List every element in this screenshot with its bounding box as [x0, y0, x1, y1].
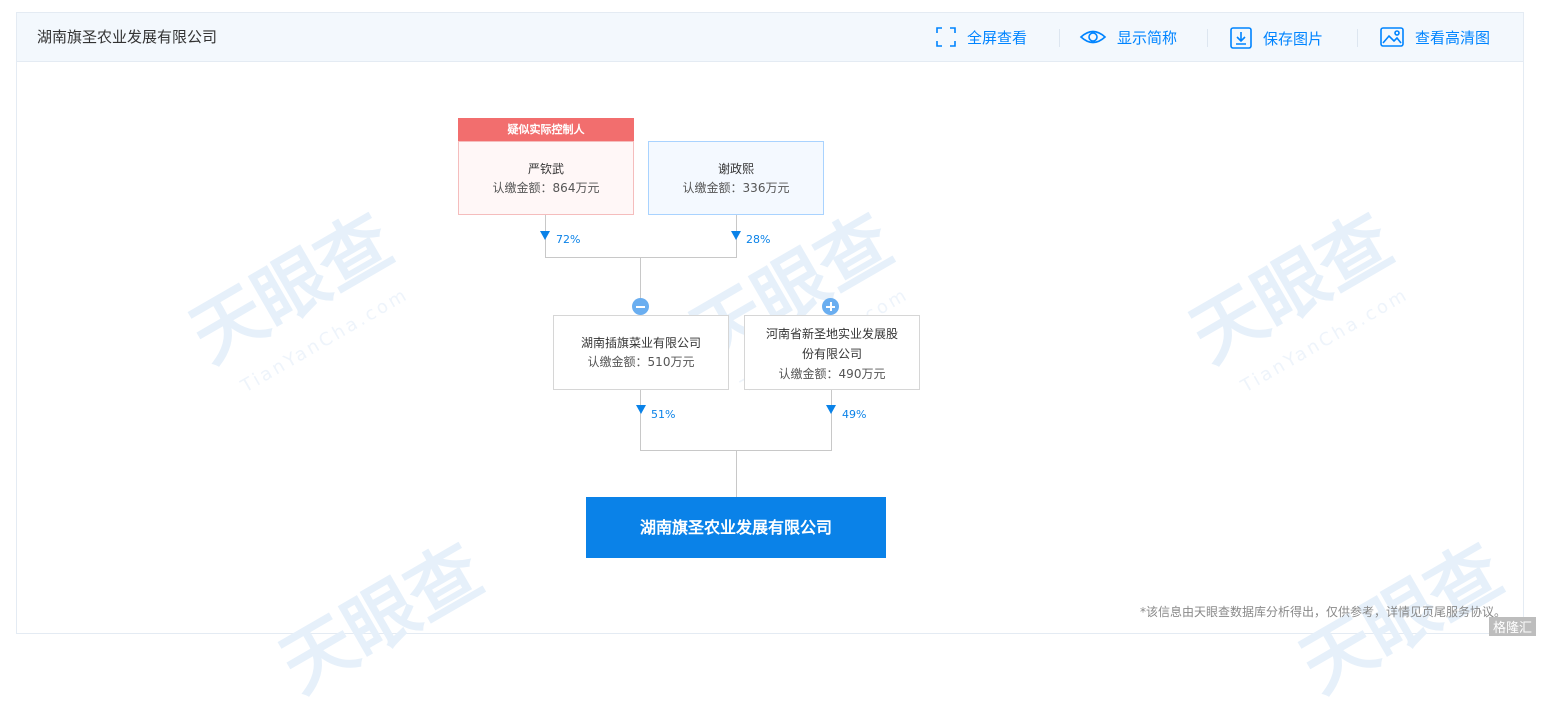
show-short-name-button[interactable]: 显示简称	[1079, 26, 1177, 48]
arrow-down-icon	[636, 405, 646, 414]
shareholder-name: 谢政熙	[717, 162, 754, 176]
company-title: 湖南旗圣农业发展有限公司	[37, 28, 218, 46]
download-icon	[1230, 27, 1252, 49]
company-amount: 认缴金额：490万元	[778, 367, 886, 381]
expand-icon[interactable]	[822, 298, 839, 315]
shareholder-node[interactable]: 严钦武 认缴金额：864万元	[458, 141, 634, 215]
share-percent: 72%	[556, 233, 581, 246]
hd-image-button[interactable]: 查看高清图	[1379, 26, 1490, 48]
fullscreen-button[interactable]: 全屏查看	[935, 26, 1027, 48]
eye-icon	[1079, 30, 1107, 44]
company-name: 河南省新圣地实业发展股	[765, 327, 898, 341]
toolbar-divider	[1059, 29, 1060, 47]
collapse-icon[interactable]	[632, 298, 649, 315]
intermediate-company-node[interactable]: 河南省新圣地实业发展股 份有限公司 认缴金额：490万元	[744, 315, 920, 390]
company-name: 湖南插旗菜业有限公司	[580, 336, 701, 350]
fullscreen-icon	[936, 27, 956, 47]
connector-line	[640, 390, 641, 450]
save-image-button[interactable]: 保存图片	[1229, 26, 1323, 50]
shareholder-amount: 认缴金额：864万元	[492, 181, 600, 195]
share-percent: 28%	[746, 233, 771, 246]
disclaimer-note: *该信息由天眼查数据库分析得出，仅供参考，详情见页尾服务协议。	[1139, 605, 1506, 619]
arrow-down-icon	[826, 405, 836, 414]
source-logo: 格隆汇	[1488, 617, 1536, 636]
arrow-down-icon	[731, 231, 741, 240]
target-company-node[interactable]: 湖南旗圣农业发展有限公司	[586, 497, 886, 558]
connector-line	[640, 257, 641, 301]
hd-image-label: 查看高清图	[1415, 28, 1491, 47]
connector-line	[545, 257, 737, 258]
share-percent: 49%	[842, 408, 867, 421]
toolbar-divider	[1357, 29, 1358, 47]
company-amount: 认缴金额：510万元	[587, 355, 695, 369]
shareholder-name: 严钦武	[527, 162, 564, 176]
arrow-down-icon	[540, 231, 550, 240]
shareholder-node[interactable]: 谢政熙 认缴金额：336万元	[648, 141, 824, 215]
fullscreen-label: 全屏查看	[967, 28, 1028, 47]
intermediate-company-node[interactable]: 湖南插旗菜业有限公司 认缴金额：510万元	[553, 315, 729, 390]
share-percent: 51%	[651, 408, 676, 421]
toolbar-divider	[1207, 29, 1208, 47]
connector-line	[831, 390, 832, 450]
controller-badge: 疑似实际控制人	[458, 118, 634, 141]
save-image-label: 保存图片	[1263, 29, 1324, 48]
panel-header: 湖南旗圣农业发展有限公司 全屏查看 显示简称 保存图片 查看高清图	[17, 13, 1523, 62]
connector-line	[736, 450, 737, 497]
image-icon	[1380, 27, 1404, 47]
company-name: 份有限公司	[801, 347, 862, 361]
show-short-name-label: 显示简称	[1117, 28, 1178, 47]
shareholder-amount: 认缴金额：336万元	[682, 181, 790, 195]
